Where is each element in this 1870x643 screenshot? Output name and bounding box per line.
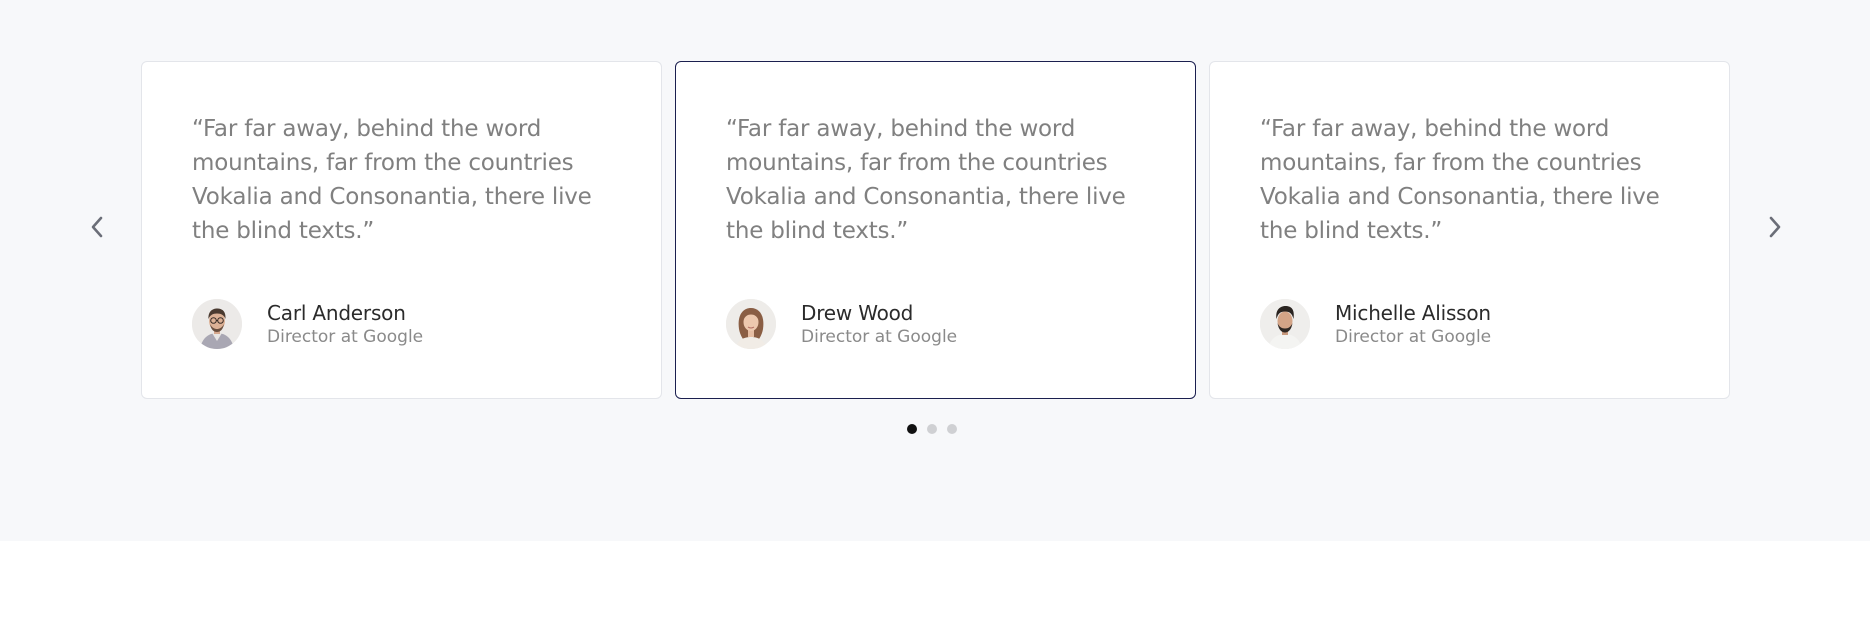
carousel-dot-3[interactable] (947, 424, 957, 434)
testimonial-author: Carl Anderson Director at Google (192, 299, 423, 349)
carousel-next-button[interactable] (1760, 212, 1790, 242)
testimonial-card: “Far far away, behind the word mountains… (141, 61, 662, 399)
avatar (192, 299, 242, 349)
author-role: Director at Google (801, 327, 958, 347)
avatar (1260, 299, 1310, 349)
testimonial-author: Michelle Alisson Director at Google (1260, 299, 1491, 349)
author-role: Director at Google (267, 327, 424, 347)
author-role: Director at Google (1335, 327, 1492, 347)
avatar (726, 299, 776, 349)
chevron-left-icon (90, 216, 104, 238)
testimonial-quote: “Far far away, behind the word mountains… (1260, 116, 1660, 244)
author-name: Michelle Alisson (1335, 301, 1491, 325)
carousel-pagination (907, 424, 957, 434)
carousel-dot-2[interactable] (927, 424, 937, 434)
testimonial-quote: “Far far away, behind the word mountains… (192, 116, 592, 244)
author-name: Carl Anderson (267, 301, 406, 325)
author-name: Drew Wood (801, 301, 914, 325)
testimonial-quote: “Far far away, behind the word mountains… (726, 116, 1126, 244)
carousel-dot-1[interactable] (907, 424, 917, 434)
testimonials-section: “Far far away, behind the word mountains… (0, 0, 1870, 541)
carousel-prev-button[interactable] (82, 212, 112, 242)
testimonial-author: Drew Wood Director at Google (726, 299, 957, 349)
chevron-right-icon (1768, 216, 1782, 238)
testimonial-card-active: “Far far away, behind the word mountains… (675, 61, 1196, 399)
testimonial-card: “Far far away, behind the word mountains… (1209, 61, 1730, 399)
